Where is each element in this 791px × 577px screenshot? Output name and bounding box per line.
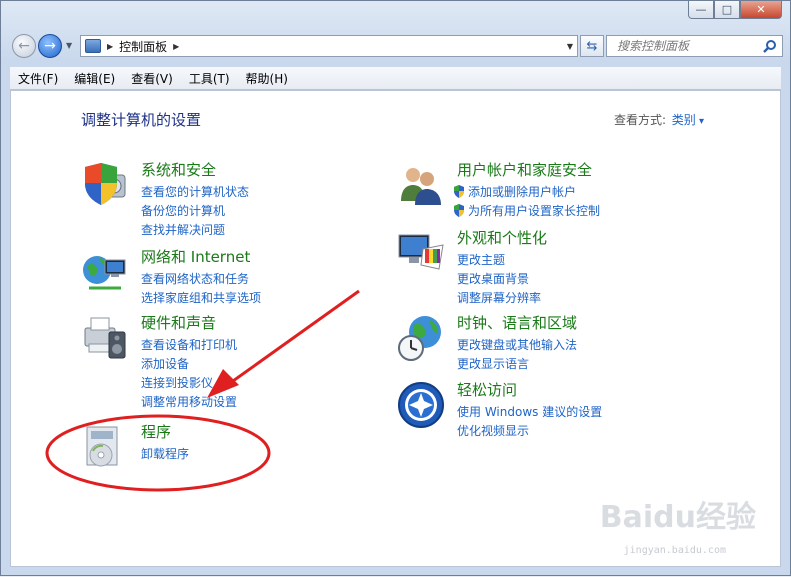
annotation-arrowhead [207, 369, 239, 398]
control-panel-window: — □ ✕ ← → ▼ ▶ 控制面板 ▶ ▼ ⇆ 文件(F) 编辑(E) 查看(… [0, 0, 791, 576]
annotation-overlay [45, 289, 360, 492]
annotation-ellipse [45, 414, 271, 492]
annotation-arrow [232, 289, 360, 383]
